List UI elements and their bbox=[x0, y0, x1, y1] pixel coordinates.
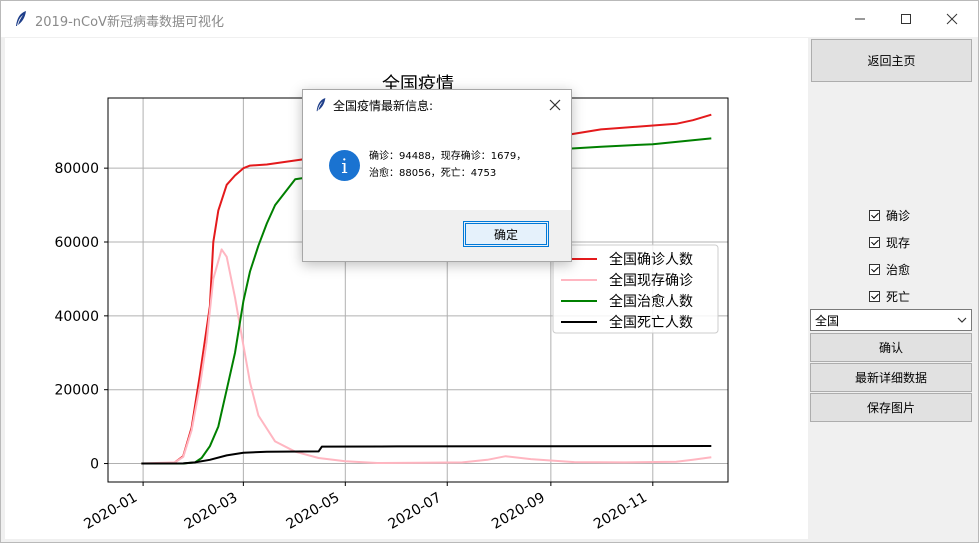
x-tick-label: 2020-03 bbox=[182, 490, 241, 533]
checkbox-label: 治愈 bbox=[886, 263, 911, 277]
checkbox-label: 确诊 bbox=[886, 209, 911, 223]
legend-label: 全国死亡人数 bbox=[609, 314, 693, 331]
dialog-title: 全国疫情最新信息: bbox=[333, 99, 434, 113]
x-tick-label: 2020-07 bbox=[386, 490, 445, 533]
checkbox-death[interactable]: 死亡 bbox=[869, 288, 910, 305]
title-bar: 2019-nCoV新冠病毒数据可视化 bbox=[1, 1, 978, 37]
info-dialog: 全国疫情最新信息: i 确诊：94488，现存确诊：1679， 治愈：88056… bbox=[302, 89, 572, 262]
x-tick-label: 2020-11 bbox=[591, 490, 650, 533]
save-image-button[interactable]: 保存图片 bbox=[810, 393, 972, 422]
legend-label: 全国确诊人数 bbox=[609, 251, 693, 268]
dialog-message-line: 治愈：88056，死亡：4753 bbox=[369, 168, 497, 179]
checkbox-label: 死亡 bbox=[886, 290, 911, 304]
close-icon[interactable] bbox=[549, 99, 561, 111]
x-tick-label: 2020-05 bbox=[284, 490, 343, 533]
y-tick-label: 0 bbox=[90, 457, 99, 473]
checkbox-cured[interactable]: 治愈 bbox=[869, 261, 910, 278]
feather-icon bbox=[316, 98, 326, 112]
checkbox-check-icon[interactable] bbox=[869, 264, 880, 275]
maximize-icon bbox=[901, 14, 911, 24]
checkbox-confirmed[interactable]: 确诊 bbox=[869, 207, 910, 224]
confirm-button[interactable]: 确认 bbox=[810, 333, 972, 362]
y-tick-label: 60000 bbox=[54, 235, 99, 251]
info-icon: i bbox=[329, 150, 360, 181]
region-select-value: 全国 bbox=[815, 313, 840, 328]
close-button[interactable] bbox=[929, 1, 975, 37]
checkbox-label: 现存 bbox=[886, 236, 911, 250]
checkbox-current[interactable]: 现存 bbox=[869, 234, 910, 251]
minimize-button[interactable] bbox=[837, 1, 883, 37]
checkbox-check-icon[interactable] bbox=[869, 237, 880, 248]
window-title: 2019-nCoV新冠病毒数据可视化 bbox=[35, 15, 224, 30]
maximize-button[interactable] bbox=[883, 1, 929, 37]
x-tick-label: 2020-01 bbox=[81, 490, 140, 533]
y-tick-label: 20000 bbox=[54, 383, 99, 399]
checkbox-check-icon[interactable] bbox=[869, 210, 880, 221]
region-select[interactable]: 全国 bbox=[810, 309, 972, 331]
feather-icon bbox=[16, 11, 26, 26]
legend-label: 全国现存确诊 bbox=[609, 272, 693, 289]
dialog-message: 确诊：94488，现存确诊：1679， 治愈：88056，死亡：4753 bbox=[369, 148, 526, 182]
latest-data-button[interactable]: 最新详细数据 bbox=[810, 363, 972, 392]
dialog-message-line: 确诊：94488，现存确诊：1679， bbox=[369, 151, 527, 162]
minimize-icon bbox=[855, 18, 865, 20]
legend-label: 全国治愈人数 bbox=[609, 293, 693, 310]
app-window: 2019-nCoV新冠病毒数据可视化 0 20000 40000 60000 80000… bbox=[0, 0, 979, 543]
control-panel: 返回主页 确诊 现存 治愈 死亡 全国 确认 最新详细数据 保存图片 bbox=[809, 38, 978, 539]
y-tick-label: 40000 bbox=[54, 309, 99, 325]
chevron-down-icon[interactable] bbox=[957, 315, 967, 325]
x-tick-label: 2020-09 bbox=[489, 490, 548, 533]
ok-button[interactable]: 确定 bbox=[463, 221, 549, 247]
series-line bbox=[141, 445, 712, 465]
close-icon bbox=[946, 13, 958, 25]
checkbox-check-icon[interactable] bbox=[869, 291, 880, 302]
y-tick-label: 80000 bbox=[54, 161, 99, 177]
home-button[interactable]: 返回主页 bbox=[811, 39, 972, 82]
